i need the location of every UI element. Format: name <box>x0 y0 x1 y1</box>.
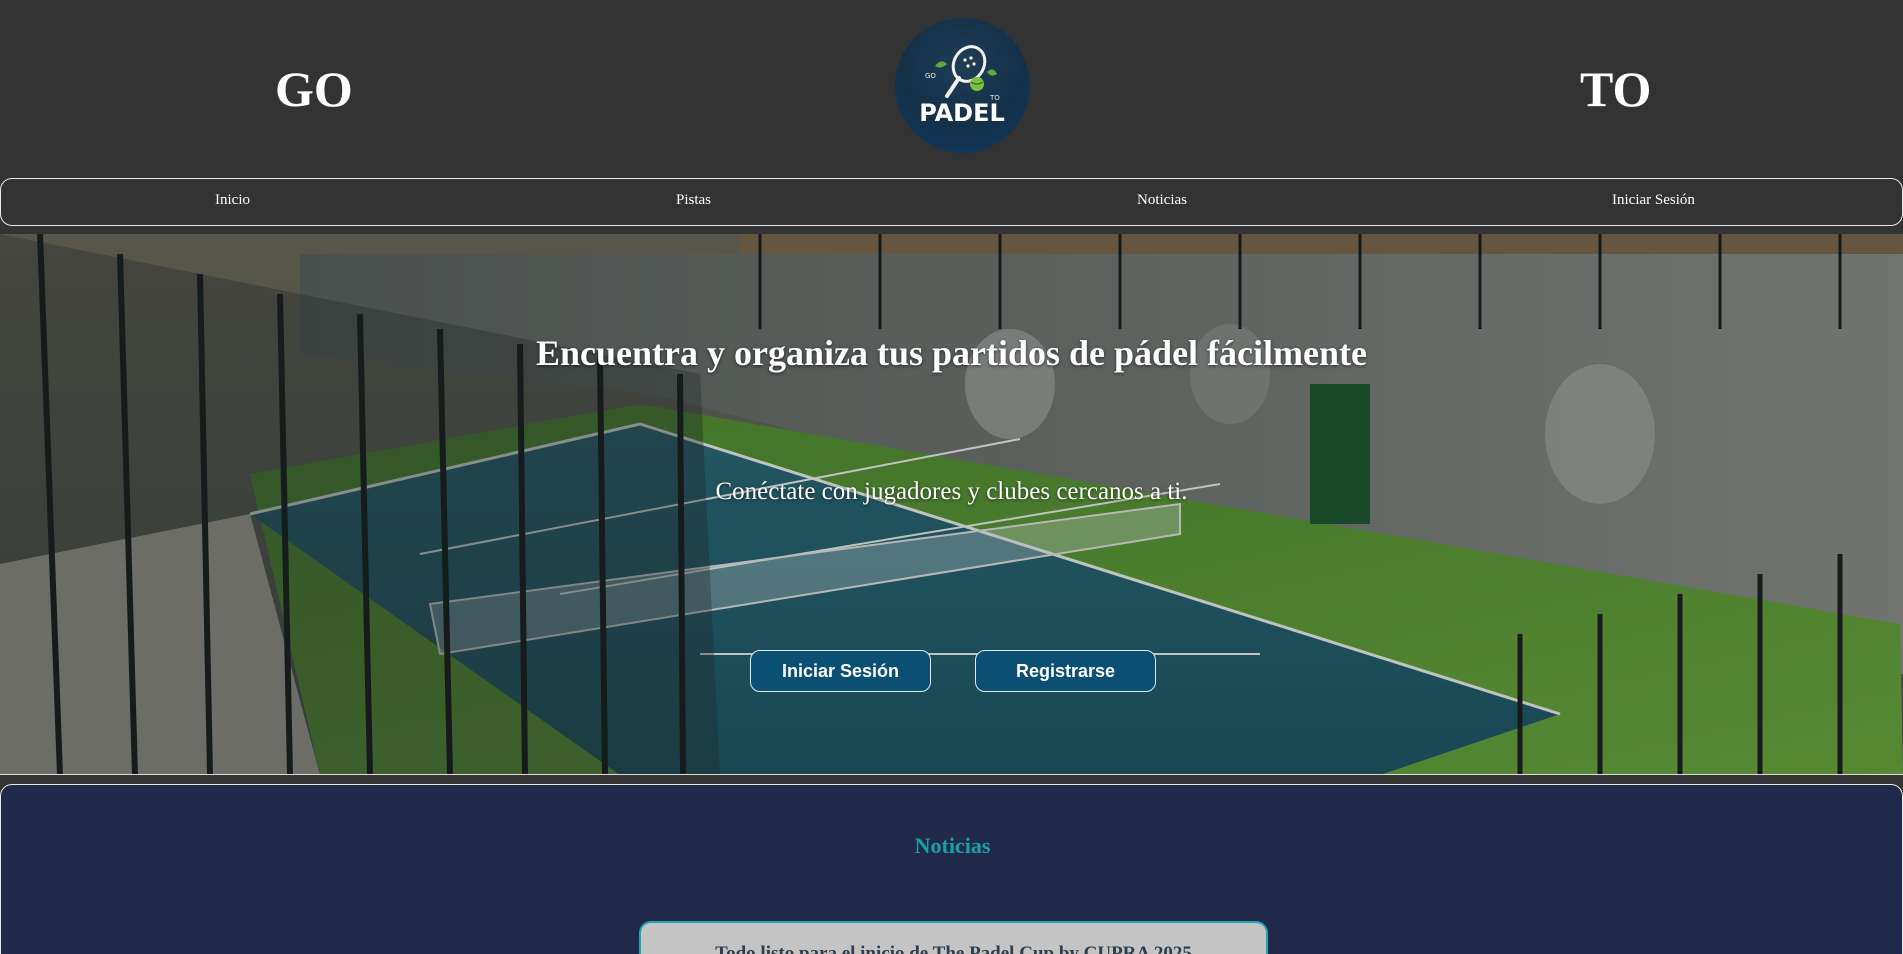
nav-item-noticias[interactable]: Noticias <box>1137 192 1187 209</box>
register-button[interactable]: Registrarse <box>975 650 1156 692</box>
news-card[interactable]: Todo listo para el inicio de The Padel C… <box>639 921 1268 954</box>
nav-item-pistas[interactable]: Pistas <box>676 192 711 209</box>
padel-logo-icon[interactable]: GO TO PADEL <box>895 18 1030 153</box>
svg-text:GO: GO <box>925 72 936 80</box>
svg-text:PADEL: PADEL <box>919 99 1005 127</box>
hero-title: Encuentra y organiza tus partidos de pád… <box>536 333 1367 373</box>
news-card-title: Todo listo para el inicio de The Padel C… <box>715 943 1192 954</box>
brand-word-right: TO <box>1580 61 1652 117</box>
news-title: Noticias <box>914 833 991 858</box>
nav-item-inicio[interactable]: Inicio <box>215 192 250 209</box>
news-section: Noticias Todo listo para el inicio de Th… <box>0 784 1903 954</box>
hero-section: Encuentra y organiza tus partidos de pád… <box>0 234 1903 775</box>
site-header: GO GO TO PADEL TO <box>0 0 1903 178</box>
main-nav: Inicio Pistas Noticias Iniciar Sesión <box>0 178 1903 226</box>
nav-item-iniciar-sesion[interactable]: Iniciar Sesión <box>1612 192 1695 209</box>
login-button[interactable]: Iniciar Sesión <box>750 650 931 692</box>
brand-word-left: GO <box>275 61 353 117</box>
hero-subtitle: Conéctate con jugadores y clubes cercano… <box>715 478 1188 505</box>
